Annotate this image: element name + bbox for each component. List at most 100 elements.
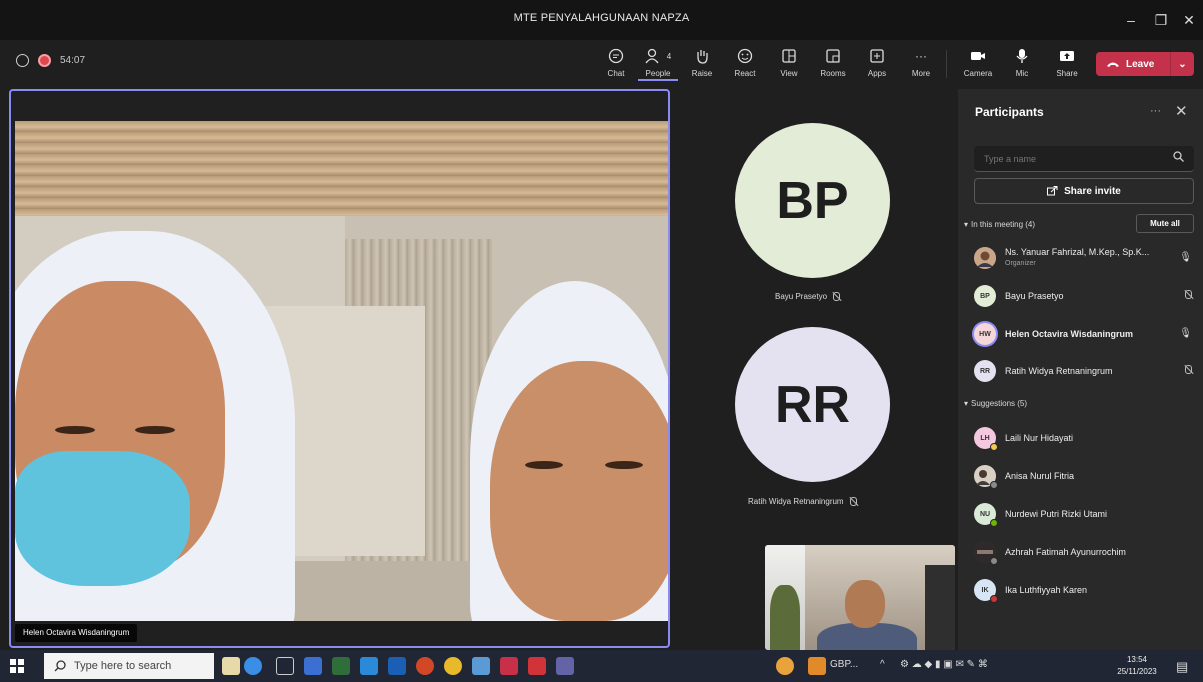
presence-offline-icon (990, 557, 998, 565)
weather-icon[interactable] (808, 657, 826, 675)
chat-icon (596, 46, 636, 66)
suggestion-row[interactable]: NU Nurdewi Putri Rizki Utami (974, 499, 1200, 529)
participant-name: Bayu Prasetyo (1005, 290, 1064, 301)
powerpoint-icon[interactable] (416, 657, 434, 675)
share-label: Share (1056, 69, 1078, 78)
help-icon[interactable] (776, 657, 794, 675)
clock-date: 25/11/2023 (1117, 667, 1157, 676)
maximize-button[interactable]: ❐ (1146, 8, 1176, 32)
rooms-button[interactable]: Rooms (813, 46, 853, 78)
word-icon[interactable] (388, 657, 406, 675)
red-app-icon[interactable] (528, 657, 546, 675)
taskbar-clock[interactable]: 13:54 25/11/2023 (1112, 654, 1162, 678)
mic-off-icon (1185, 365, 1192, 377)
hang-up-icon (1107, 62, 1119, 67)
raise-hand-button[interactable]: Raise (682, 46, 722, 78)
participants-panel: Participants ··· ✕ Share invite ▾ In thi… (958, 89, 1203, 650)
mic-off-icon (1185, 290, 1192, 302)
camera-button[interactable]: Camera (958, 46, 998, 78)
participant-name: Bayu Prasetyo (775, 292, 828, 301)
participant-name: Ratih Widya Retnaningrum (748, 497, 844, 506)
video-feed (15, 121, 668, 621)
notification-icon[interactable]: ▤ (1176, 659, 1188, 675)
people-button[interactable]: 4 People (638, 46, 678, 81)
chevron-down-icon[interactable]: ⌄ (1171, 59, 1194, 70)
teams-icon[interactable] (556, 657, 574, 675)
more-button[interactable]: ··· More (901, 46, 941, 78)
tile-name-rr: Ratih Widya Retnaningrum (748, 497, 857, 506)
avatar: HW (974, 323, 996, 345)
leave-button[interactable]: Leave ⌄ (1096, 52, 1194, 76)
meeting-toolbar: 54:07 Chat 4 People Raise React View Roo… (0, 40, 1203, 86)
presence-busy-icon (990, 595, 998, 603)
person-head (845, 580, 885, 628)
windows-taskbar: Type here to search GBP... ^ ⚙ ☁ ◆ ▮ ▣ ✉… (0, 650, 1203, 682)
view-button[interactable]: View (769, 46, 809, 78)
avatar-tile-rr[interactable]: RR (735, 327, 890, 482)
react-label: React (734, 69, 756, 78)
more-label: More (911, 69, 931, 78)
calculator-icon[interactable] (332, 657, 350, 675)
share-invite-button[interactable]: Share invite (974, 178, 1194, 204)
participant-name: Ika Luthfiyyah Karen (1005, 584, 1088, 595)
suggestion-row[interactable]: LH Laili Nur Hidayati (974, 423, 1200, 453)
main-speaker-name: Helen Octavira Wisdaningrum (15, 624, 138, 642)
mail-icon[interactable] (360, 657, 378, 675)
whiteboard-app-icon[interactable] (222, 657, 240, 675)
meeting-status: 54:07 (16, 54, 85, 67)
chevron-up-icon[interactable]: ^ (880, 659, 885, 670)
taskbar-search[interactable]: Type here to search (44, 653, 214, 679)
view-label: View (780, 69, 798, 78)
chat-button[interactable]: Chat (596, 46, 636, 78)
eye (605, 461, 643, 469)
tile-name-bp: Bayu Prasetyo (775, 292, 841, 301)
apps-button[interactable]: Apps (857, 46, 897, 78)
meeting-title: MTE PENYALAHGUNAAN NAPZA (513, 12, 690, 24)
mute-all-button[interactable]: Mute all (1136, 214, 1194, 233)
participant-name: Nurdewi Putri Rizki Utami (1005, 508, 1108, 519)
mic-button[interactable]: Mic (1002, 46, 1042, 78)
suggestion-row[interactable]: IK Ika Luthfiyyah Karen (974, 575, 1200, 605)
people-count: 4 (666, 51, 672, 61)
presence-away-icon (990, 443, 998, 451)
eye (55, 426, 95, 434)
shield-icon (16, 54, 29, 67)
avatar: LH (974, 427, 998, 451)
camera-label: Camera (963, 69, 993, 78)
add-apps-icon (857, 46, 897, 66)
participant-row[interactable]: HW Helen Octavira Wisdaningrum 🎙 (974, 319, 1200, 349)
chrome-icon[interactable] (444, 657, 462, 675)
in-meeting-section-toggle[interactable]: ▾ In this meeting (4) (964, 220, 1035, 229)
participant-row[interactable]: BP Bayu Prasetyo (974, 281, 1200, 311)
more-options-icon[interactable]: ··· (1150, 105, 1161, 117)
suggestion-row[interactable]: Anisa Nurul Fitria (974, 461, 1200, 491)
avatar: IK (974, 579, 998, 603)
leave-main: Leave (1096, 59, 1170, 70)
windows-start-icon[interactable] (10, 659, 24, 673)
mic-off-icon (833, 292, 841, 301)
main-video-tile[interactable]: Helen Octavira Wisdaningrum (9, 89, 670, 648)
title-bar: MTE PENYALAHGUNAAN NAPZA – ❐ ✕ (0, 0, 1203, 40)
close-icon[interactable]: ✕ (1175, 102, 1188, 120)
react-button[interactable]: React (725, 46, 765, 78)
avatar-tile-bp[interactable]: BP (735, 123, 890, 278)
self-video-preview[interactable] (765, 545, 955, 650)
suggestions-section-toggle[interactable]: ▾ Suggestions (5) (964, 399, 1027, 408)
calendar-app-icon[interactable] (500, 657, 518, 675)
avatar-initials: BP (980, 292, 990, 300)
tray-icons[interactable]: ⚙ ☁ ◆ ▮ ▣ ✉ ✎ ⌘ (900, 659, 988, 670)
in-meeting-label: In this meeting (4) (971, 220, 1036, 229)
weather-label[interactable]: GBP... (830, 659, 858, 670)
person-app-icon[interactable] (244, 657, 262, 675)
photos-icon[interactable] (472, 657, 490, 675)
participant-row[interactable]: RR Ratih Widya Retnaningrum (974, 356, 1200, 386)
task-view-icon[interactable] (276, 657, 294, 675)
minimize-button[interactable]: – (1116, 8, 1146, 32)
suggestion-row[interactable]: Azhrah Fatimah Ayunurrochim (974, 537, 1200, 567)
file-explorer-icon[interactable] (304, 657, 322, 675)
participant-row[interactable]: Ns. Yanuar Fahrizal, M.Kep., Sp.K... Org… (974, 243, 1200, 273)
participant-search-input[interactable] (974, 146, 1194, 172)
panel-title: Participants (975, 105, 1044, 119)
close-window-button[interactable]: ✕ (1174, 8, 1203, 32)
share-button[interactable]: Share (1047, 46, 1087, 78)
